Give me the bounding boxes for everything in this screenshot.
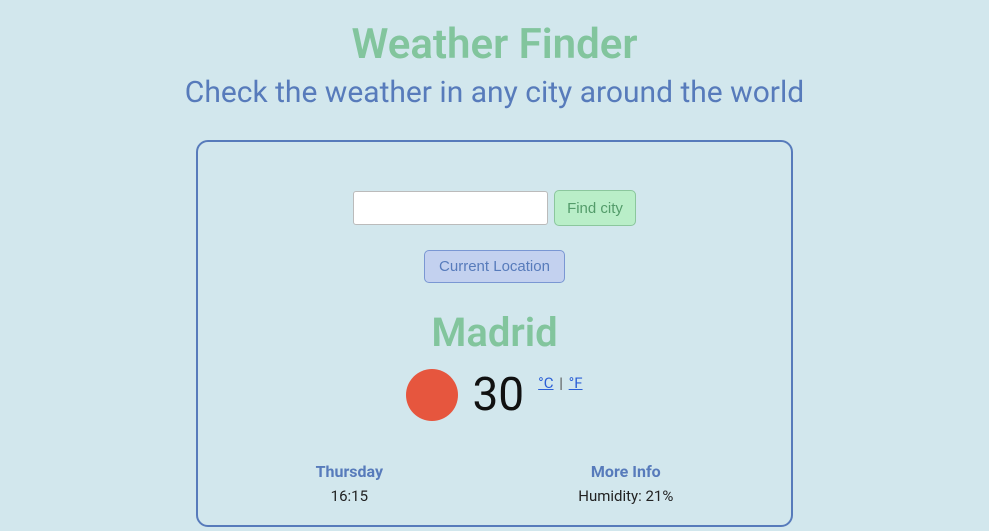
search-row: Find city <box>218 190 771 226</box>
weather-card: Find city Current Location Madrid 30 °C … <box>196 140 793 527</box>
celsius-link[interactable]: °C <box>538 374 553 392</box>
app-subtitle: Check the weather in any city around the… <box>0 75 989 110</box>
app-title: Weather Finder <box>0 20 989 69</box>
sun-icon <box>406 369 458 421</box>
unit-separator: | <box>556 374 567 392</box>
more-info-heading: More Info <box>578 462 673 481</box>
find-city-button[interactable]: Find city <box>554 190 636 226</box>
day-column: Thursday 16:15 <box>316 462 383 505</box>
time-value: 16:15 <box>316 487 383 505</box>
more-info-column: More Info Humidity: 21% <box>578 462 673 505</box>
temperature-value: 30 <box>472 368 524 422</box>
day-heading: Thursday <box>316 462 383 481</box>
current-location-button[interactable]: Current Location <box>424 250 565 283</box>
humidity-value: Humidity: 21% <box>578 487 673 505</box>
temperature-row: 30 °C | °F <box>218 368 771 422</box>
info-row: Thursday 16:15 More Info Humidity: 21% <box>218 462 771 505</box>
city-name: Madrid <box>218 309 771 356</box>
city-search-input[interactable] <box>353 191 548 225</box>
fahrenheit-link[interactable]: °F <box>569 374 583 392</box>
unit-switch: °C | °F <box>538 374 582 392</box>
